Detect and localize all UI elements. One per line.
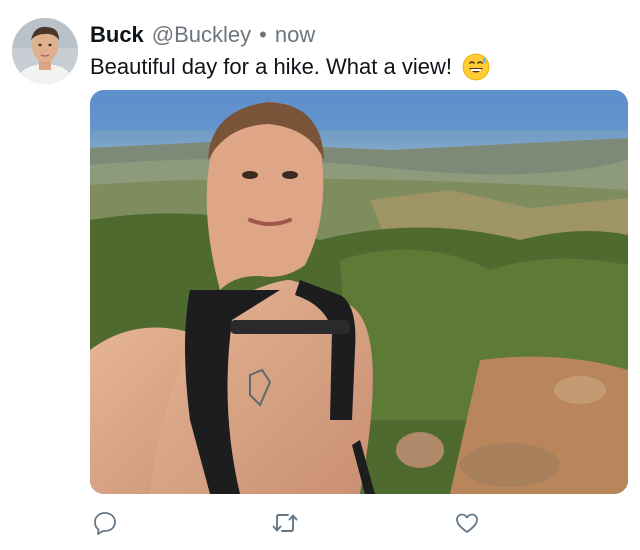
tweet-photo[interactable] — [90, 90, 628, 494]
avatar[interactable] — [12, 18, 78, 84]
tweet-timestamp[interactable]: now — [275, 20, 315, 50]
retweet-icon — [271, 510, 299, 541]
author-name[interactable]: Buck — [90, 20, 144, 50]
reply-icon — [92, 510, 118, 541]
tweet-header: Buck @Buckley • now — [90, 20, 315, 50]
grinning-face-with-sweat-emoji — [462, 53, 490, 81]
heart-icon — [454, 510, 480, 541]
tweet[interactable]: Buck @Buckley • now Beautiful day for a … — [0, 0, 640, 550]
like-button[interactable] — [452, 510, 482, 540]
tweet-text-content: Beautiful day for a hike. What a view! — [90, 54, 452, 79]
tweet-actions — [90, 510, 490, 540]
retweet-button[interactable] — [270, 510, 300, 540]
author-handle[interactable]: @Buckley — [152, 20, 251, 50]
reply-button[interactable] — [90, 510, 120, 540]
tweet-text: Beautiful day for a hike. What a view! — [90, 52, 490, 82]
separator-dot: • — [259, 22, 267, 47]
